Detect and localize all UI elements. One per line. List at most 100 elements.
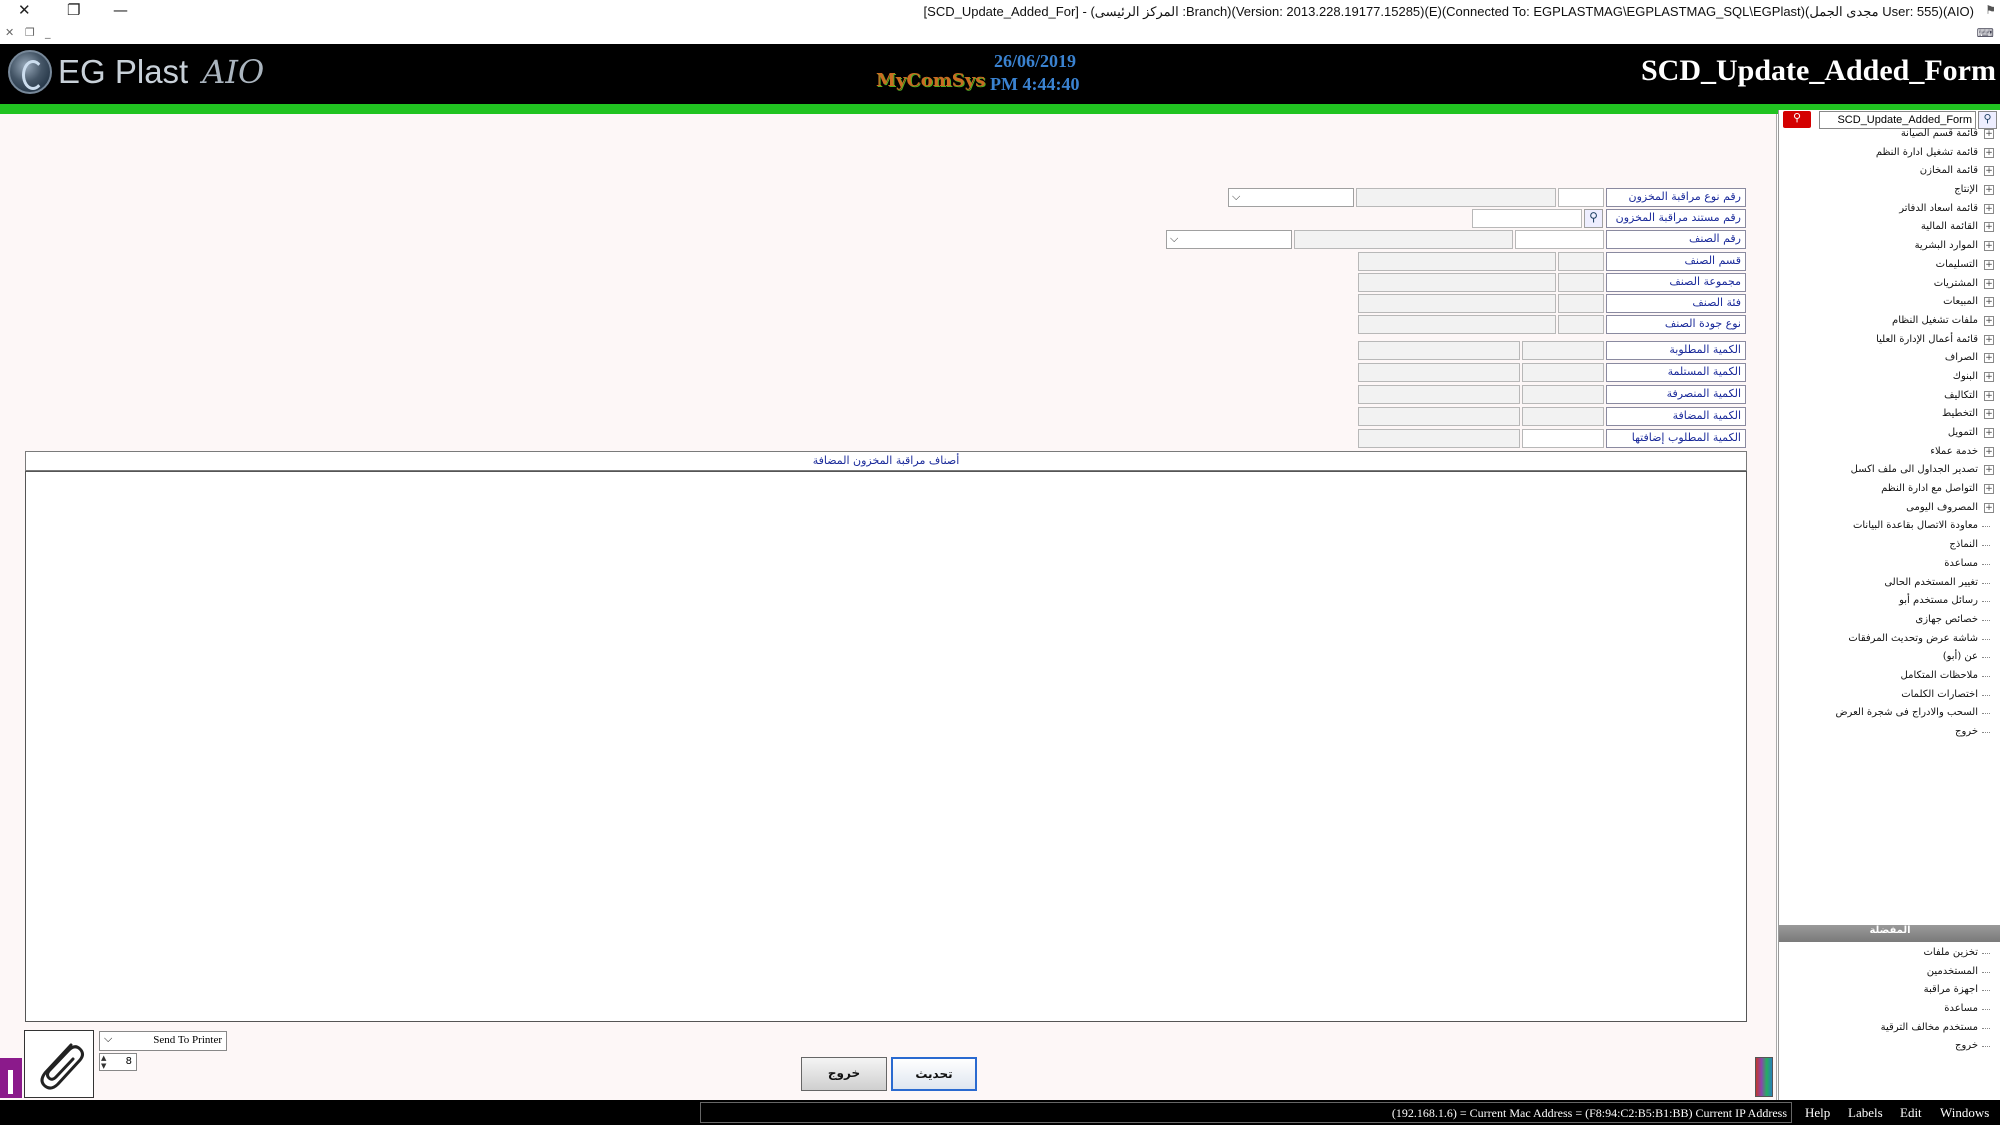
menu-tree-item[interactable]: مساعدة [1786,555,1996,574]
menu-tree-item[interactable]: + قائمة اسعاد الدفاتر [1786,200,1996,219]
mdi-close-icon[interactable]: ✕ [5,26,14,39]
menu-tree-item[interactable]: + قائمة تشغيل ادارة النظم [1786,144,1996,163]
item-dropdown[interactable]: ⌵ [1166,230,1292,249]
menu-tree-item[interactable]: + التسليمات [1786,256,1996,275]
close-icon[interactable]: ✕ [18,1,31,19]
tree-connector [1982,675,1990,677]
expand-icon[interactable]: + [1984,371,1994,382]
minimize-icon[interactable]: — [113,1,128,19]
tree-item-label: قائمة اسعاد الدفاتر [1899,202,1978,214]
expand-icon[interactable]: + [1984,259,1994,270]
expand-icon[interactable]: + [1984,446,1994,457]
tree-item-label: مساعدة [1944,1003,1978,1015]
tree-connector [1982,619,1990,621]
expand-icon[interactable]: + [1984,484,1994,495]
update-button[interactable]: تحديث [891,1057,977,1091]
doc-search-icon[interactable]: ⚲ [1584,209,1603,228]
menu-tree-item[interactable]: خروج [1786,723,1996,742]
expand-icon[interactable]: + [1984,465,1994,476]
expand-icon[interactable]: + [1984,147,1994,158]
menu-tree-item[interactable]: + تصدير الجداول الى ملف اكسل [1786,461,1996,480]
favorites-item[interactable]: مساعدة [1786,1000,1996,1019]
menu-windows[interactable]: Windows [1940,1105,1989,1121]
favorites-item[interactable]: تخزين ملفات [1786,944,1996,963]
tree-connector [1982,990,1990,992]
mdi-minimize-icon[interactable]: _ [45,26,51,39]
exit-button[interactable]: خروج [801,1057,887,1091]
favorites-item[interactable]: مستخدم مخالف الترقية [1786,1019,1996,1038]
inventory-type-code-input[interactable] [1558,188,1604,207]
label-item-quality-type: نوع جودة الصنف [1606,315,1746,334]
menu-tree-item[interactable]: + التكاليف [1786,387,1996,406]
attachment-button[interactable] [24,1030,94,1098]
menu-tree-item[interactable]: + قائمة المخازن [1786,162,1996,181]
favorites-item[interactable]: المستخدمين [1786,963,1996,982]
menu-tree-item[interactable]: اختصارات الكلمات [1786,686,1996,705]
menu-tree-item[interactable]: + التخطيط [1786,405,1996,424]
copies-stepper[interactable]: ▲ ▼ 8 [99,1053,137,1071]
added-items-grid[interactable] [25,471,1747,1022]
expand-icon[interactable]: + [1984,185,1994,196]
menu-tree-item[interactable]: + ملفات تشغيل النظام [1786,312,1996,331]
menu-tree-item[interactable]: + المبيعات [1786,293,1996,312]
expand-icon[interactable]: + [1984,241,1994,252]
expand-icon[interactable]: + [1984,203,1994,214]
menu-tree-item[interactable]: + قائمة قسم الصيانة [1786,125,1996,144]
inventory-doc-no-input[interactable] [1472,209,1582,228]
menu-labels[interactable]: Labels [1848,1105,1883,1121]
menu-tree-item[interactable]: خصائص جهازى [1786,611,1996,630]
menu-tree-item[interactable]: + المصروف اليومى [1786,499,1996,518]
menu-help[interactable]: Help [1805,1105,1830,1121]
restore-icon[interactable]: ❐ [67,1,80,19]
expand-icon[interactable]: + [1984,222,1994,233]
menu-tree-item[interactable]: + قائمة أعمال الإدارة العليا [1786,331,1996,350]
expand-icon[interactable]: + [1984,409,1994,420]
inventory-type-dropdown[interactable]: ⌵ [1228,188,1354,207]
expand-icon[interactable]: + [1984,353,1994,364]
menu-tree-item[interactable]: + الصراف [1786,349,1996,368]
menu-tree-item[interactable]: تغيير المستخدم الحالى [1786,574,1996,593]
expand-icon[interactable]: + [1984,297,1994,308]
expand-icon[interactable]: + [1984,502,1994,513]
print-option-dropdown[interactable]: ⌵ Send To Printer [99,1031,227,1051]
expand-icon[interactable]: + [1984,428,1994,438]
qty-dispensed-unit-field [1358,385,1520,404]
menu-tree-item[interactable]: + خدمة عملاء [1786,443,1996,462]
grid-title: أصناف مراقبة المخزون المضافة [25,451,1747,471]
tree-item-label: قائمة قسم الصيانة [1900,128,1978,139]
menu-tree-item[interactable]: + القائمة المالية [1786,218,1996,237]
menu-edit[interactable]: Edit [1900,1105,1922,1121]
menu-tree-item[interactable]: + المشتريات [1786,275,1996,294]
tree-item-label: اجهزة مراقبة [1923,984,1978,996]
menu-tree-item[interactable]: + البنوك [1786,368,1996,387]
menu-tree-item[interactable]: ملاحظات المتكامل [1786,667,1996,686]
menu-tree-item[interactable]: + الإنتاج [1786,181,1996,200]
keyboard-icon[interactable]: ⌨ [1977,26,1994,40]
expand-icon[interactable]: + [1984,166,1994,177]
window-title: [SCD_Update_Added_For] - (المركز الرئيسى… [923,4,1974,19]
menu-tree-item[interactable]: شاشة عرض وتحديث المرفقات [1786,630,1996,649]
item-no-input[interactable] [1515,230,1604,249]
expand-icon[interactable]: + [1984,390,1994,401]
side-panel-tab[interactable] [0,1058,22,1098]
menu-tree-item[interactable]: + التمويل [1786,424,1996,443]
menu-tree-item[interactable]: + الموارد البشرية [1786,237,1996,256]
qty-to-add-input[interactable] [1522,429,1604,448]
menu-tree-item[interactable]: + التواصل مع ادارة النظم [1786,480,1996,499]
tree-connector [1982,971,1990,973]
favorites-item[interactable]: اجهزة مراقبة [1786,981,1996,1000]
expand-icon[interactable]: + [1984,129,1994,139]
expand-icon[interactable]: + [1984,334,1994,345]
app-logo: EG Plast AIO [8,50,264,94]
menu-tree-item[interactable]: السحب والادراج فى شجرة العرض [1786,704,1996,723]
menu-tree-item[interactable]: معاودة الاتصال بقاعدة البيانات [1786,517,1996,536]
menu-tree-item[interactable]: النماذج [1786,536,1996,555]
menu-tree-item[interactable]: رسائل مستخدم أبو [1786,592,1996,611]
favorites-item[interactable]: خروج [1786,1037,1996,1056]
mdi-restore-icon[interactable]: ❐ [25,26,35,39]
expand-icon[interactable]: + [1984,315,1994,326]
color-palette-icon[interactable] [1755,1057,1773,1097]
menu-tree-item[interactable]: عن (أبو) [1786,648,1996,667]
stepper-arrows-icon[interactable]: ▲ ▼ [101,1054,106,1070]
expand-icon[interactable]: + [1984,278,1994,289]
